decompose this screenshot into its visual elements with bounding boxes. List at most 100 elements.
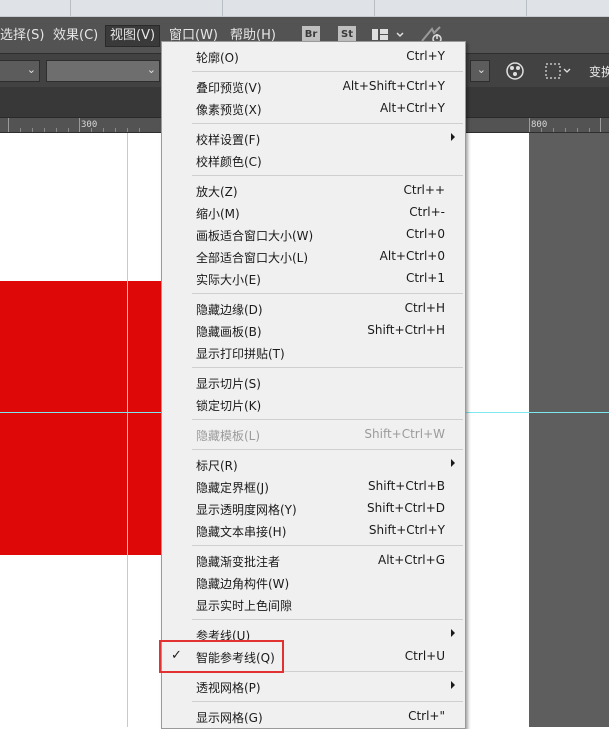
menu-item-proof-colors[interactable]: 校样颜色(C) [162, 150, 465, 172]
menu-item-label: 全部适合窗口大小(L) [196, 251, 309, 265]
menu-item-label: 校样设置(F) [196, 133, 261, 147]
browser-tab[interactable] [526, 0, 609, 16]
browser-tab[interactable] [222, 0, 373, 16]
menu-item-shortcut: Alt+Ctrl+Y [379, 101, 445, 115]
menu-item-lock-slices[interactable]: 锁定切片(K) [162, 394, 465, 416]
menu-item-label: 显示切片(S) [196, 377, 261, 391]
menu-separator [192, 619, 463, 620]
menu-item-shortcut: Shift+Ctrl+B [368, 479, 445, 493]
menu-effect[interactable]: 效果(C) [49, 26, 102, 46]
menu-select[interactable]: 选择(S) [0, 26, 48, 46]
menu-item-shortcut: Ctrl+1 [405, 271, 445, 285]
menu-item-shortcut: Shift+Ctrl+W [364, 427, 445, 441]
ruler-tick [103, 128, 104, 132]
menu-separator [192, 545, 463, 546]
ruler-tick [20, 128, 21, 132]
ruler-tick [541, 128, 542, 132]
menu-item-label: 叠印预览(V) [196, 81, 262, 95]
menu-item-shortcut: Shift+Ctrl+H [367, 323, 445, 337]
menu-separator [192, 71, 463, 72]
ruler-tick [127, 128, 128, 132]
vertical-guide[interactable] [127, 133, 128, 727]
menu-item-rulers[interactable]: 标尺(R) [162, 454, 465, 476]
menu-item-hide-gradient-annotator[interactable]: 隐藏渐变批注者 Alt+Ctrl+G [162, 550, 465, 572]
menu-item-shortcut: Ctrl+U [404, 649, 445, 663]
fill-dropdown[interactable]: ⌄ [0, 60, 40, 82]
ruler-tick [91, 128, 92, 132]
menu-item-fit-artboard[interactable]: 画板适合窗口大小(W) Ctrl+0 [162, 224, 465, 246]
recolor-artwork-icon[interactable] [505, 61, 525, 81]
ruler-tick [44, 128, 45, 132]
menu-item-label: 显示透明度网格(Y) [196, 503, 297, 517]
menu-item-shortcut: Ctrl+0 [405, 227, 445, 241]
menu-item-hide-text-threads[interactable]: 隐藏文本串接(H) Shift+Ctrl+Y [162, 520, 465, 542]
menu-item-label: 隐藏定界框(J) [196, 481, 269, 495]
menu-item-show-transparency-grid[interactable]: 显示透明度网格(Y) Shift+Ctrl+D [162, 498, 465, 520]
ruler-tick [600, 118, 601, 132]
menu-item-label: 缩小(M) [196, 207, 240, 221]
menu-item-show-live-paint-gaps[interactable]: 显示实时上色间隙 [162, 594, 465, 616]
submenu-arrow-icon [451, 629, 455, 637]
menu-item-pixel-preview[interactable]: 像素预览(X) Alt+Ctrl+Y [162, 98, 465, 120]
transform-label[interactable]: 变换 [589, 63, 609, 80]
ruler-tick [589, 128, 590, 132]
browser-tab-strip [0, 0, 609, 17]
menu-item-label: 显示实时上色间隙 [196, 599, 293, 613]
menu-item-label: 像素预览(X) [196, 103, 262, 117]
ruler-tick [56, 128, 57, 132]
menu-separator [192, 419, 463, 420]
ruler-label: 300 [81, 120, 98, 130]
menu-item-overprint-preview[interactable]: 叠印预览(V) Alt+Shift+Ctrl+Y [162, 76, 465, 98]
menu-separator [192, 367, 463, 368]
menu-separator [192, 449, 463, 450]
red-rectangle-shape[interactable] [0, 281, 164, 555]
align-to-selection-icon[interactable] [543, 61, 573, 81]
menu-item-label: 透视网格(P) [196, 681, 261, 695]
menu-item-label: 校样颜色(C) [196, 155, 262, 169]
menu-item-label: 隐藏边缘(D) [196, 303, 263, 317]
menu-item-label: 隐藏渐变批注者 [196, 555, 281, 569]
ruler-tick [68, 128, 69, 132]
menu-item-label: 画板适合窗口大小(W) [196, 229, 314, 243]
submenu-arrow-icon [451, 681, 455, 689]
menu-item-actual-size[interactable]: 实际大小(E) Ctrl+1 [162, 268, 465, 290]
submenu-arrow-icon [451, 133, 455, 141]
menu-separator [192, 123, 463, 124]
browser-tab[interactable] [374, 0, 525, 16]
menu-item-outline[interactable]: 轮廓(O) Ctrl+Y [162, 46, 465, 68]
browser-tab[interactable] [70, 0, 221, 16]
menu-item-label: 锁定切片(K) [196, 399, 262, 413]
ruler-tick [139, 128, 140, 132]
menu-separator [192, 175, 463, 176]
menu-item-shortcut: Ctrl+- [409, 205, 445, 219]
menu-view[interactable]: 视图(V) [105, 25, 161, 47]
ruler-tick [8, 118, 9, 132]
menu-separator [192, 701, 463, 702]
menu-item-hide-edges[interactable]: 隐藏边缘(D) Ctrl+H [162, 298, 465, 320]
highlight-annotation-box [159, 640, 284, 673]
menu-item-label: 标尺(R) [196, 459, 238, 473]
menu-item-perspective-grid[interactable]: 透视网格(P) [162, 676, 465, 698]
menu-item-show-print-tiling[interactable]: 显示打印拼贴(T) [162, 342, 465, 364]
menu-item-zoom-out[interactable]: 缩小(M) Ctrl+- [162, 202, 465, 224]
menu-item-shortcut: Ctrl+" [408, 709, 445, 723]
menu-item-shortcut: Ctrl+H [404, 301, 445, 315]
menu-item-zoom-in[interactable]: 放大(Z) Ctrl++ [162, 180, 465, 202]
menu-item-proof-setup[interactable]: 校样设置(F) [162, 128, 465, 150]
ruler-tick [529, 118, 530, 132]
menu-item-label: 放大(Z) [196, 185, 238, 199]
menu-item-show-grid[interactable]: 显示网格(G) Ctrl+" [162, 706, 465, 728]
menu-item-fit-all[interactable]: 全部适合窗口大小(L) Alt+Ctrl+0 [162, 246, 465, 268]
ruler-tick [115, 128, 116, 132]
menu-item-shortcut: Shift+Ctrl+D [367, 501, 445, 515]
menu-item-hide-corner-widget[interactable]: 隐藏边角构件(W) [162, 572, 465, 594]
menu-item-shortcut: Alt+Shift+Ctrl+Y [342, 79, 445, 93]
menu-item-show-slices[interactable]: 显示切片(S) [162, 372, 465, 394]
style-dropdown[interactable]: ⌄ [46, 60, 160, 82]
menu-separator [192, 293, 463, 294]
opacity-dropdown[interactable]: ⌄ [470, 60, 490, 82]
pasteboard [529, 133, 609, 727]
menu-item-hide-bounding-box[interactable]: 隐藏定界框(J) Shift+Ctrl+B [162, 476, 465, 498]
menu-item-hide-artboards[interactable]: 隐藏画板(B) Shift+Ctrl+H [162, 320, 465, 342]
menu-item-label: 隐藏文本串接(H) [196, 525, 287, 539]
